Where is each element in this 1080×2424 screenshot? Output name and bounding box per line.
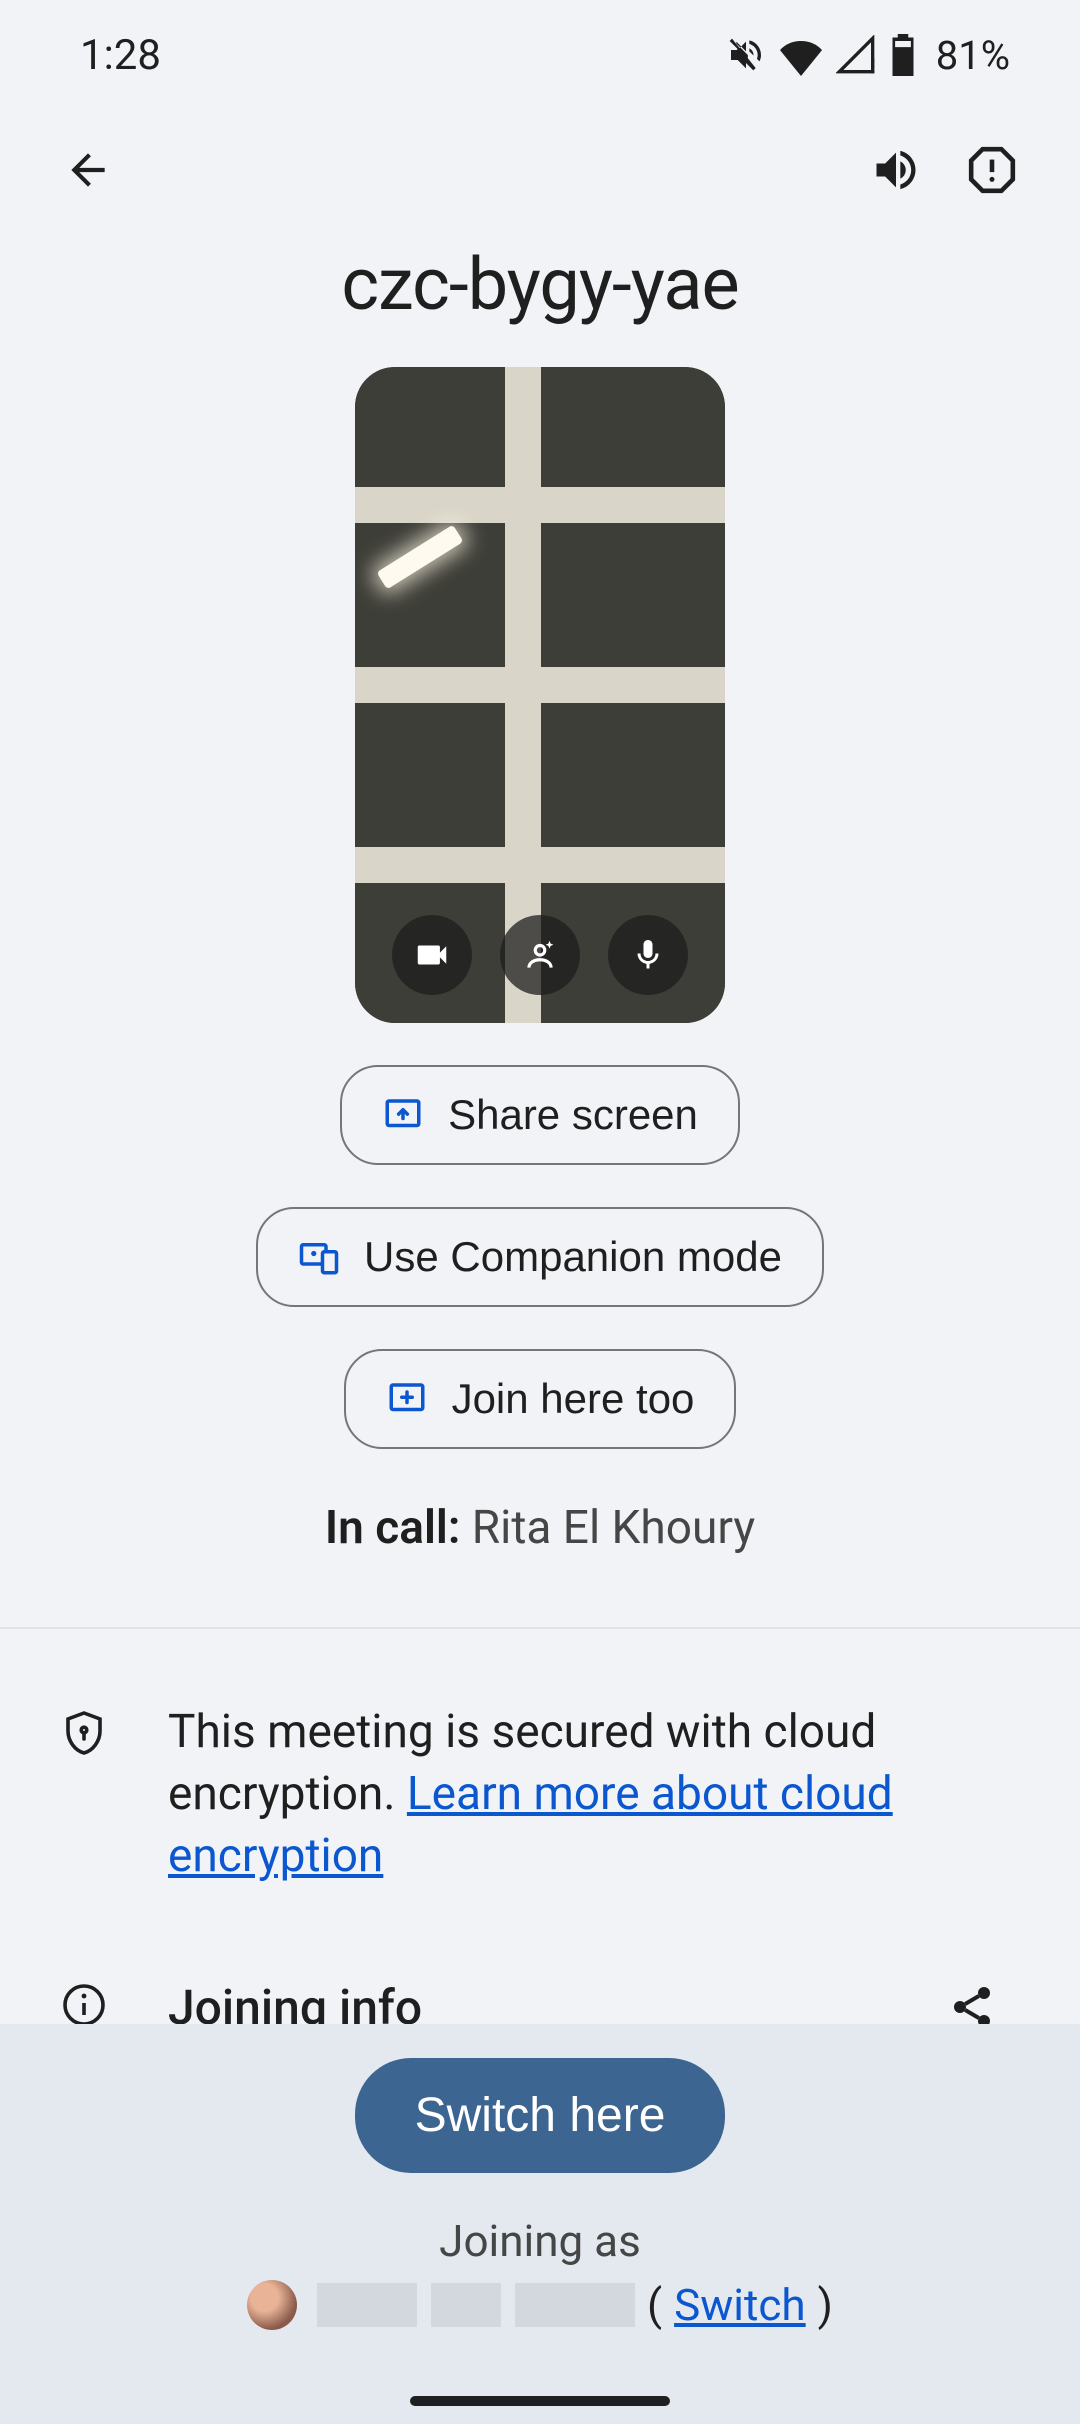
avatar [247, 2280, 297, 2330]
nav-handle[interactable] [410, 2396, 670, 2406]
in-call-participants: Rita El Khoury [472, 1501, 755, 1555]
meeting-code: czc-bygy-yae [0, 242, 1080, 327]
toggle-camera-button[interactable] [392, 915, 472, 995]
join-options: Share screen Use Companion mode Join her… [50, 1065, 1030, 1449]
companion-mode-button[interactable]: Use Companion mode [256, 1207, 824, 1307]
speaker-icon [870, 144, 922, 196]
back-button[interactable] [40, 122, 136, 218]
videocam-icon [413, 936, 451, 974]
arrow-back-icon [63, 145, 113, 195]
wifi-icon [780, 34, 822, 76]
in-call-label: In call: [325, 1501, 460, 1555]
info-icon [60, 1981, 108, 2029]
account-row: (Switch) [0, 2279, 1080, 2331]
add-screen-icon [386, 1378, 428, 1420]
status-indicators: 81% [726, 32, 1010, 79]
join-here-too-button[interactable]: Join here too [344, 1349, 737, 1449]
share-screen-button[interactable]: Share screen [340, 1065, 740, 1165]
share-screen-label: Share screen [448, 1091, 698, 1139]
mic-icon [630, 937, 666, 973]
audio-output-button[interactable] [848, 122, 944, 218]
app-bar [0, 110, 1080, 230]
video-preview[interactable] [355, 367, 725, 1023]
battery-icon [890, 34, 916, 76]
join-here-too-label: Join here too [452, 1375, 695, 1423]
sparkle-person-icon [521, 936, 559, 974]
status-bar: 1:28 81% [0, 0, 1080, 110]
joining-as-label: Joining as [0, 2215, 1080, 2267]
security-info: This meeting is secured with cloud encry… [0, 1629, 1080, 1887]
toggle-mic-button[interactable] [608, 915, 688, 995]
companion-mode-label: Use Companion mode [364, 1233, 782, 1281]
status-time: 1:28 [80, 31, 161, 80]
report-icon [967, 145, 1017, 195]
bottom-sheet: Switch here Joining as (Switch) [0, 2024, 1080, 2424]
report-button[interactable] [944, 122, 1040, 218]
devices-icon [298, 1236, 340, 1278]
effects-button[interactable] [500, 915, 580, 995]
signal-icon [836, 35, 876, 75]
switch-here-button[interactable]: Switch here [355, 2058, 726, 2173]
in-call-info: In call: Rita El Khoury [0, 1501, 1080, 1555]
video-controls [355, 915, 725, 995]
mute-icon [726, 35, 766, 75]
present-icon [382, 1094, 424, 1136]
shield-icon [60, 1709, 108, 1757]
switch-account-link[interactable]: Switch [674, 2279, 806, 2331]
battery-percent: 81% [936, 32, 1010, 79]
account-name-redacted [317, 2283, 635, 2327]
